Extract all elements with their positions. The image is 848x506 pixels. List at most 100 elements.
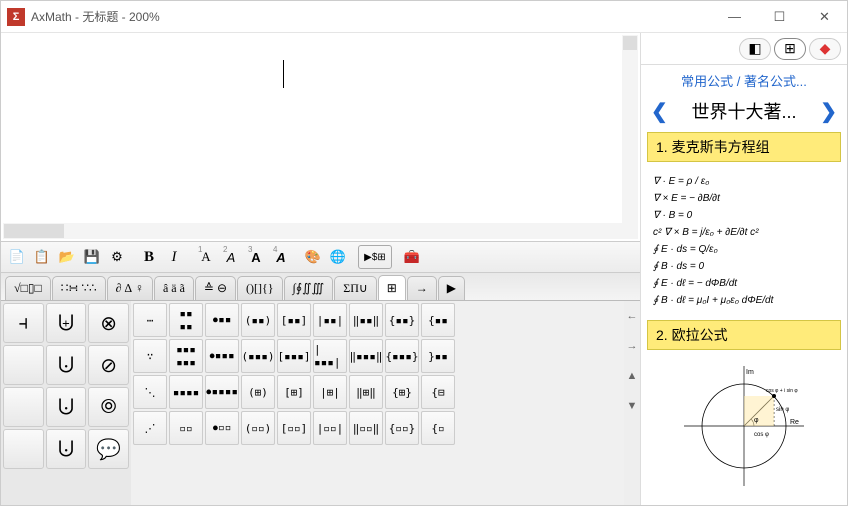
matrix-template[interactable]: ⋰ xyxy=(133,411,167,445)
matrix-template[interactable]: {▫ xyxy=(421,411,455,445)
editor-hscrollbar[interactable] xyxy=(3,223,622,239)
preview-button[interactable]: ▶$⊞ xyxy=(358,245,392,269)
matrix-template[interactable]: ∵ xyxy=(133,339,167,373)
new-document-button[interactable]: 📄 xyxy=(5,245,29,269)
tab-arrows[interactable]: → xyxy=(407,276,437,300)
matrix-template[interactable]: ‖▫▫‖ xyxy=(349,411,383,445)
scroll-left-icon[interactable]: ← xyxy=(624,301,640,331)
scroll-up-icon[interactable]: ▲ xyxy=(624,361,640,391)
matrix-template[interactable]: |▪▪▪| xyxy=(313,339,347,373)
symbol-cell[interactable] xyxy=(3,429,44,469)
matrix-template[interactable]: |▫▫| xyxy=(313,411,347,445)
matrix-template[interactable]: [⊞] xyxy=(277,375,311,409)
symbol-cell[interactable]: ⊘ xyxy=(88,345,129,385)
tab-matrices[interactable]: ⊞ xyxy=(378,275,406,300)
recent-symbols-grid: ⫞ ⨄ ⊗ ⨃ ⊘ ⨃ ⦾ ⨃ 💬 xyxy=(1,301,131,505)
matrix-template[interactable]: ▪▪▪▪ xyxy=(169,303,203,337)
symbol-cell[interactable] xyxy=(3,387,44,427)
section-euler[interactable]: 2. 欧拉公式 xyxy=(647,320,841,350)
grid-tool-button[interactable]: ⊞ xyxy=(774,38,806,60)
matrix-template[interactable]: ▫▫ xyxy=(169,411,203,445)
symbol-cell[interactable]: ⨃ xyxy=(46,345,87,385)
maxwell-equations[interactable]: ∇ · E = ρ / ε₀ ∇ × E = − ∂B/∂t ∇ · B = 0… xyxy=(641,168,847,314)
svg-text:cos φ + i sin φ: cos φ + i sin φ xyxy=(766,388,798,394)
matrix-template[interactable]: ▪▪▪▪▪▪ xyxy=(169,339,203,373)
matrix-template[interactable]: ▪▪▪▪ xyxy=(169,375,203,409)
symbol-cell[interactable]: 💬 xyxy=(88,429,129,469)
matrix-template[interactable]: (▫▫) xyxy=(241,411,275,445)
formula-editor[interactable] xyxy=(3,35,638,239)
matrix-template[interactable]: ‖⊞‖ xyxy=(349,375,383,409)
copy-button[interactable]: 📋 xyxy=(30,245,54,269)
style-3-button[interactable]: 3A xyxy=(244,245,268,269)
tab-brackets[interactable]: ()[]{} xyxy=(237,276,283,300)
tab-more[interactable]: ▶ xyxy=(438,276,465,300)
symbol-cell[interactable]: ⨃ xyxy=(46,387,87,427)
matrix-template[interactable]: {▪▪▪} xyxy=(385,339,419,373)
open-button[interactable]: 📂 xyxy=(55,245,79,269)
symbol-cell[interactable]: ⫞ xyxy=(3,303,44,343)
tab-dots[interactable]: ∷∺ ∵∴ xyxy=(52,276,106,300)
palette-scroll[interactable]: ← → ▲ ▼ xyxy=(624,301,640,505)
symbol-cell[interactable]: ⊗ xyxy=(88,303,129,343)
tab-operators[interactable]: ∂ ∆ ♀ xyxy=(107,276,153,300)
color-wheel-button[interactable]: 🎨 xyxy=(301,245,325,269)
settings-button[interactable]: ⚙ xyxy=(105,245,129,269)
tag-tool-button[interactable]: ◆ xyxy=(809,38,841,60)
globe-button[interactable]: 🌐 xyxy=(326,245,350,269)
style-2-button[interactable]: 2A xyxy=(219,245,243,269)
euler-diagram[interactable]: Im Re cos φ sin φ cos φ + i sin φ φ xyxy=(641,356,847,496)
minimize-button[interactable]: — xyxy=(712,1,757,33)
style-4-button[interactable]: 4A xyxy=(269,245,293,269)
editor-vscrollbar[interactable] xyxy=(622,35,638,239)
matrix-template[interactable]: [▪▪] xyxy=(277,303,311,337)
tab-integrals[interactable]: ∫∮∬∭ xyxy=(284,276,334,300)
matrix-template[interactable]: ⦁▪▪▪▪ xyxy=(205,375,239,409)
matrix-template[interactable]: [▪▪▪] xyxy=(277,339,311,373)
italic-button[interactable]: I xyxy=(162,245,186,269)
tab-sums[interactable]: ΣΠ∪ xyxy=(334,276,376,300)
nav-next-button[interactable]: ❯ xyxy=(816,99,841,124)
matrix-template[interactable]: ‖▪▪▪‖ xyxy=(349,339,383,373)
toolbox-button[interactable]: 🧰 xyxy=(400,245,424,269)
save-button[interactable]: 💾 xyxy=(80,245,104,269)
matrix-template[interactable]: [▫▫] xyxy=(277,411,311,445)
matrix-template[interactable]: {▪▪ xyxy=(421,303,455,337)
matrix-template[interactable]: {▫▫} xyxy=(385,411,419,445)
matrix-template[interactable]: ⋱ xyxy=(133,375,167,409)
tab-stacks[interactable]: ≙ ⊖ xyxy=(195,276,236,300)
matrix-template[interactable]: (⊞) xyxy=(241,375,275,409)
symbol-tabs: √□▯□ ∷∺ ∵∴ ∂ ∆ ♀ â ä ã ≙ ⊖ ()[]{} ∫∮∬∭ Σ… xyxy=(1,273,640,301)
section-maxwell[interactable]: 1. 麦克斯韦方程组 xyxy=(647,132,841,162)
tab-templates[interactable]: √□▯□ xyxy=(5,276,51,300)
scroll-down-icon[interactable]: ▼ xyxy=(624,391,640,421)
matrix-template[interactable]: ⦁▪▪ xyxy=(205,303,239,337)
matrix-template[interactable]: |⊞| xyxy=(313,375,347,409)
nav-prev-button[interactable]: ❮ xyxy=(647,99,672,124)
matrix-template[interactable]: ‖▪▪‖ xyxy=(349,303,383,337)
formula-breadcrumb[interactable]: 常用公式 / 著名公式... xyxy=(641,65,847,96)
symbol-cell[interactable] xyxy=(3,345,44,385)
matrix-template[interactable]: ⦁▫▫ xyxy=(205,411,239,445)
scroll-right-icon[interactable]: → xyxy=(624,331,640,361)
eraser-tool-button[interactable]: ◧ xyxy=(739,38,771,60)
close-button[interactable]: ✕ xyxy=(802,1,847,33)
bold-button[interactable]: B xyxy=(137,245,161,269)
svg-text:cos φ: cos φ xyxy=(754,432,769,438)
matrix-template[interactable]: {⊞} xyxy=(385,375,419,409)
matrix-template[interactable]: {⊟ xyxy=(421,375,455,409)
maximize-button[interactable]: ☐ xyxy=(757,1,802,33)
matrix-template[interactable]: (▪▪) xyxy=(241,303,275,337)
matrix-template[interactable]: {▪▪} xyxy=(385,303,419,337)
tab-accents[interactable]: â ä ã xyxy=(154,276,194,300)
matrix-template[interactable]: (▪▪▪) xyxy=(241,339,275,373)
matrix-template[interactable]: ⦁▪▪▪ xyxy=(205,339,239,373)
matrix-template[interactable]: }▪▪ xyxy=(421,339,455,373)
symbol-cell[interactable]: ⨄ xyxy=(46,303,87,343)
matrix-template[interactable]: ⋯ xyxy=(133,303,167,337)
style-1-button[interactable]: 1A xyxy=(194,245,218,269)
symbol-cell[interactable]: ⨃ xyxy=(46,429,87,469)
svg-text:sin φ: sin φ xyxy=(776,407,789,413)
symbol-cell[interactable]: ⦾ xyxy=(88,387,129,427)
matrix-template[interactable]: |▪▪| xyxy=(313,303,347,337)
